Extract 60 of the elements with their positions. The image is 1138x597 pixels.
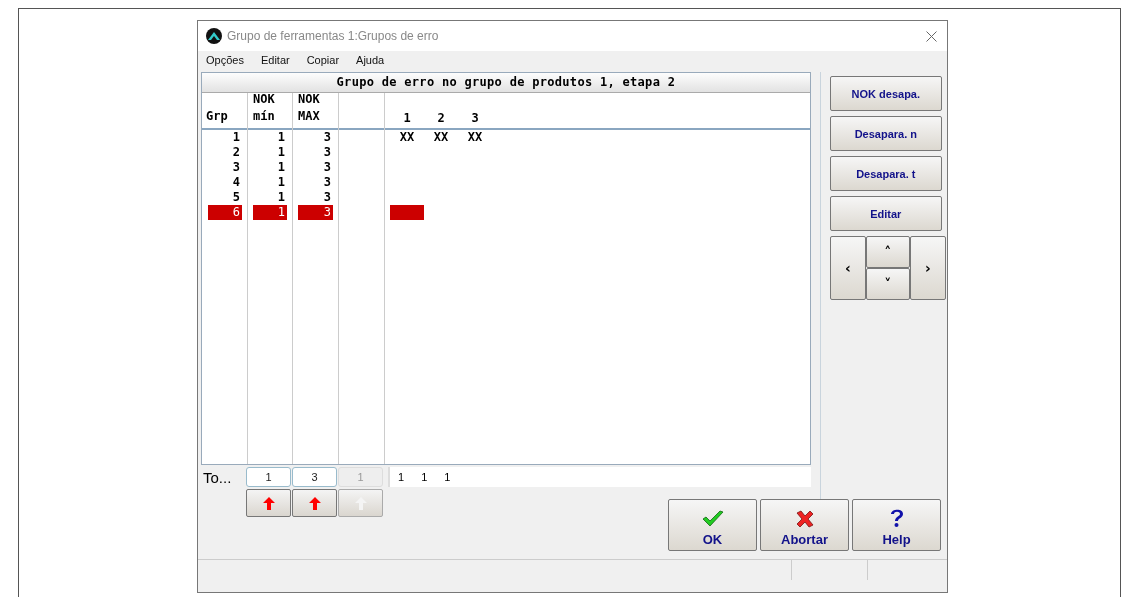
table-cell[interactable]: 3 bbox=[298, 205, 333, 220]
menu-item[interactable]: Opções bbox=[206, 54, 244, 66]
table-cell[interactable]: 5 bbox=[208, 190, 242, 205]
menu-item[interactable]: Editar bbox=[260, 54, 290, 66]
column-header: NOK bbox=[253, 91, 276, 108]
totals-label: To... bbox=[202, 468, 233, 486]
action-button[interactable]: NOK desapa. bbox=[829, 76, 942, 111]
arrow-up-icon bbox=[262, 496, 275, 510]
table-cell[interactable]: 3 bbox=[298, 190, 333, 205]
move-up-button[interactable] bbox=[246, 489, 291, 517]
left-button[interactable]: ‹ bbox=[829, 236, 866, 300]
table-cell[interactable]: 1 bbox=[253, 190, 287, 205]
column-header: NOK bbox=[298, 91, 321, 108]
cross-icon bbox=[794, 510, 815, 528]
help-button[interactable]: Help bbox=[852, 499, 941, 551]
table-cell[interactable]: 1 bbox=[253, 130, 287, 145]
action-button[interactable]: Desapara. n bbox=[829, 116, 942, 151]
abort-button[interactable]: Abortar bbox=[760, 499, 849, 551]
table-cell[interactable]: 1 bbox=[253, 160, 287, 175]
total-field[interactable]: 3 bbox=[292, 467, 337, 487]
table-cell[interactable]: 3 bbox=[298, 145, 333, 160]
table-cell[interactable]: 1 bbox=[253, 205, 287, 220]
totals-field: 1 1 1 bbox=[388, 467, 811, 487]
table-cell[interactable]: 1 bbox=[253, 175, 287, 190]
arrow-up-icon bbox=[308, 496, 321, 510]
column-header: 2 bbox=[436, 111, 446, 125]
column-header: mín bbox=[253, 108, 276, 125]
menu-item[interactable]: Ajuda bbox=[356, 54, 385, 66]
table-cell[interactable]: XX bbox=[424, 130, 458, 145]
down-button[interactable]: ˅ bbox=[865, 268, 910, 300]
up-button[interactable]: ˄ bbox=[865, 236, 910, 268]
menu-item[interactable]: Copiar bbox=[306, 54, 340, 66]
checkmark-icon bbox=[701, 510, 724, 528]
arrow-up-icon bbox=[354, 496, 367, 510]
table-cell[interactable]: 3 bbox=[298, 175, 333, 190]
table-cell[interactable]: 3 bbox=[208, 160, 242, 175]
table-cell[interactable]: 3 bbox=[298, 130, 333, 145]
column-header: Grp bbox=[206, 108, 229, 125]
table-cell[interactable]: 3 bbox=[298, 160, 333, 175]
table-cell[interactable]: XX bbox=[458, 130, 492, 145]
column-header: 1 bbox=[402, 111, 412, 125]
move-up-button[interactable] bbox=[292, 489, 337, 517]
right-button[interactable]: › bbox=[909, 236, 946, 300]
help-icon bbox=[889, 508, 904, 528]
table-cell[interactable]: 2 bbox=[208, 145, 242, 160]
table-cell[interactable]: XX bbox=[390, 130, 424, 145]
action-button[interactable]: Editar bbox=[829, 196, 942, 231]
total-field[interactable]: 1 bbox=[246, 467, 291, 487]
close-icon[interactable] bbox=[926, 30, 937, 42]
app-logo-icon bbox=[206, 28, 222, 44]
table-title: Grupo de erro no grupo de produtos 1, etapa 2 bbox=[202, 73, 810, 93]
ok-button[interactable]: OK bbox=[668, 499, 757, 551]
column-header: MAX bbox=[298, 108, 321, 125]
table-cell[interactable]: 1 bbox=[253, 145, 287, 160]
table-cell[interactable]: 4 bbox=[208, 175, 242, 190]
action-button[interactable]: Desapara. t bbox=[829, 156, 942, 191]
table-cell[interactable]: 6 bbox=[208, 205, 242, 220]
table-cell[interactable]: 1 bbox=[208, 130, 242, 145]
window-title: Grupo de ferramentas 1:Grupos de erro bbox=[227, 29, 440, 43]
column-header: 3 bbox=[470, 111, 480, 125]
